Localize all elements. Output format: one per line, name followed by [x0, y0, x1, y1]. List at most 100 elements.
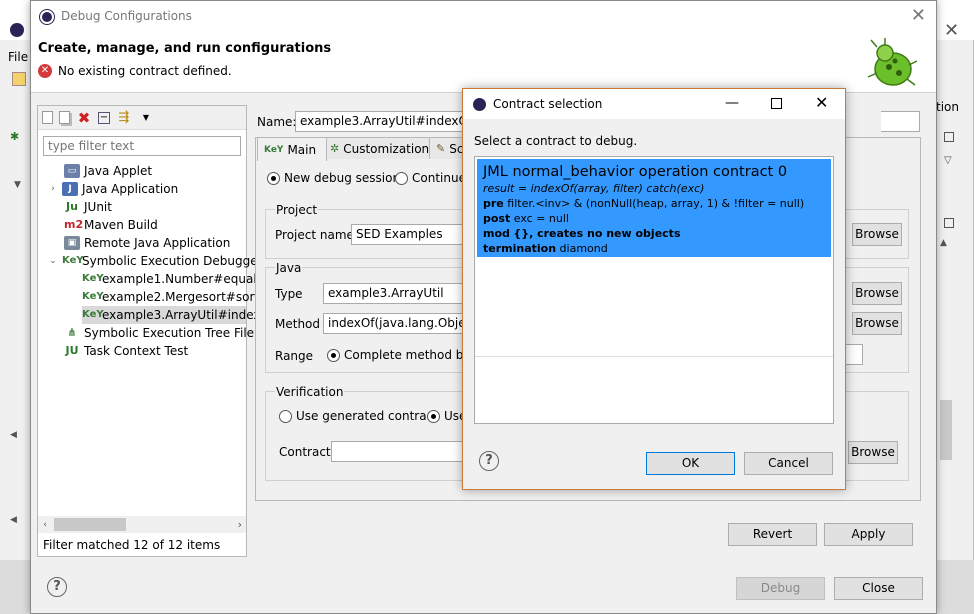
apply-button[interactable]: Apply [824, 523, 913, 546]
background-maximize-icon[interactable] [944, 132, 954, 142]
background-debug-icon[interactable]: ✱ [10, 130, 19, 143]
radio-selected[interactable] [427, 409, 440, 423]
tab-main[interactable]: KeY Main [257, 137, 328, 161]
contract-dialog-title: Contract selection [493, 97, 603, 111]
tree-item-symbolic-execution-debugger[interactable]: ⌄ KeY Symbolic Execution Debugge [48, 252, 257, 270]
background-scrollbar[interactable] [940, 400, 952, 460]
delete-icon[interactable]: ✖ [76, 110, 92, 126]
key-icon: KeY [82, 291, 104, 302]
tree-item-label: JUnit [84, 200, 112, 214]
tree-item-maven-build[interactable]: m2 Maven Build [64, 216, 158, 234]
launch-configuration-tree-panel: ✖ − ⇶ ▼ ▭ Java Applet › J Java Applicati… [37, 105, 270, 557]
radio-unselected[interactable] [395, 171, 408, 185]
filter-status-text: Filter matched 12 of 12 items [43, 538, 221, 552]
method-label: Method [275, 317, 321, 331]
contract-prompt: Select a contract to debug. [474, 134, 638, 148]
range-label: Range [275, 349, 314, 363]
complete-method-radio[interactable]: Complete method bod [327, 348, 478, 362]
tree-item-java-applet[interactable]: ▭ Java Applet [64, 162, 152, 180]
project-name-input[interactable]: SED Examples [351, 224, 463, 245]
contract-selection-dialog: Contract selection — ✕ Select a contract… [462, 88, 846, 490]
termination-text: diamond [559, 242, 608, 255]
type-input[interactable]: example3.ArrayUtil [323, 283, 463, 304]
minimize-icon[interactable]: — [725, 95, 739, 111]
expand-icon[interactable]: › [48, 180, 58, 198]
ok-button[interactable]: OK [646, 452, 735, 475]
tree-item-label: Task Context Test [84, 344, 189, 358]
project-browse-button[interactable]: Browse [852, 223, 902, 246]
background-toolbar-icon[interactable] [12, 72, 26, 86]
dialog-close-icon[interactable]: ✕ [911, 5, 926, 26]
filter-dropdown-icon[interactable]: ▼ [138, 110, 154, 126]
radio-selected[interactable] [267, 171, 280, 185]
contract-browse-button[interactable]: Browse [848, 441, 898, 464]
background-right-text: tion [936, 100, 959, 114]
contract-list-item-selected[interactable]: JML normal_behavior operation contract 0… [477, 159, 831, 257]
contract-dialog-close-icon[interactable]: ✕ [815, 93, 828, 112]
background-close-icon[interactable]: ✕ [944, 20, 959, 41]
debug-button[interactable]: Debug [736, 577, 825, 600]
help-icon[interactable]: ? [47, 577, 67, 597]
tree-item-remote-java[interactable]: ▣ Remote Java Application [64, 234, 230, 252]
java-application-icon: J [62, 182, 78, 196]
background-chevron-icon[interactable]: ▽ [944, 155, 952, 166]
contract-input[interactable] [331, 441, 463, 462]
method-browse-button[interactable]: Browse [852, 312, 902, 335]
radio-label: Continue [412, 171, 466, 185]
maximize-icon[interactable] [771, 98, 782, 109]
radio-label: Use generated contract [296, 409, 438, 423]
filter-icon[interactable]: ⇶ [116, 110, 132, 126]
scroll-left-icon[interactable]: ‹ [38, 520, 52, 530]
tree-item-example3[interactable]: KeY example3.ArrayUtil#indexO [82, 306, 270, 324]
tab-customization[interactable]: ✲ Customization [323, 137, 437, 159]
continue-radio[interactable]: Continue [395, 171, 466, 185]
background-menu-file[interactable]: File [8, 50, 28, 64]
scroll-right-icon[interactable]: › [238, 518, 242, 531]
maven-icon: m2 [64, 218, 84, 231]
method-input[interactable]: indexOf(java.lang.Object[ [323, 313, 463, 334]
tree-item-task-context-test[interactable]: JU Task Context Test [64, 342, 188, 360]
tab-label: Customization [343, 141, 430, 156]
background-chevron-down-icon[interactable]: ▼ [14, 180, 21, 190]
tree-item-example1[interactable]: KeY example1.Number#equals [82, 270, 263, 288]
dialog-title: Debug Configurations [61, 9, 192, 23]
termination-keyword: termination [483, 242, 557, 255]
scrollbar-thumb[interactable] [54, 518, 126, 531]
radio-unselected[interactable] [279, 409, 292, 423]
background-scroll-up-icon[interactable]: ▲ [940, 238, 947, 248]
new-configuration-icon[interactable] [42, 111, 53, 124]
tree-item-java-application[interactable]: › J Java Application [48, 180, 178, 198]
tree-item-label: example3.ArrayUtil#indexO [102, 308, 270, 322]
revert-button[interactable]: Revert [728, 523, 817, 546]
tree-horizontal-scrollbar[interactable]: ‹ › [38, 516, 246, 533]
revert-label: Revert [752, 527, 793, 541]
tree-item-junit[interactable]: Ju JUnit [64, 198, 112, 216]
use-generated-contract-radio[interactable]: Use generated contract [279, 409, 438, 423]
background-scroll-left-icon-2[interactable]: ◀ [10, 515, 17, 525]
tree-item-label: Maven Build [84, 218, 158, 232]
type-browse-button[interactable]: Browse [852, 282, 902, 305]
mod-keyword: mod [483, 227, 510, 240]
tree-item-example2[interactable]: KeY example2.Mergesort#sort( [82, 288, 264, 306]
collapse-icon[interactable]: ⌄ [48, 252, 58, 270]
debug-bug-icon [867, 38, 918, 86]
use-existing-contract-radio[interactable]: Use [427, 409, 466, 423]
key-icon: KeY [264, 144, 284, 155]
duplicate-icon[interactable] [59, 111, 70, 124]
collapse-all-icon[interactable]: − [98, 111, 110, 124]
java-applet-icon: ▭ [64, 164, 80, 178]
project-group-label: Project [275, 203, 319, 217]
configuration-name-input-tail[interactable] [881, 111, 920, 132]
name-label: Name: [257, 115, 297, 129]
background-scroll-left-icon[interactable]: ◀ [10, 430, 17, 440]
tree-item-label: example1.Number#equals [102, 272, 263, 286]
filter-input[interactable] [43, 136, 241, 156]
radio-selected[interactable] [327, 348, 340, 362]
cancel-button[interactable]: Cancel [744, 452, 833, 475]
tree-item-symbolic-execution-tree-file[interactable]: ⋔ Symbolic Execution Tree File [64, 324, 254, 342]
help-icon[interactable]: ? [479, 451, 499, 471]
background-maximize-icon-2[interactable] [944, 218, 954, 228]
close-button[interactable]: Close [834, 577, 923, 600]
dialog-titlebar: Debug Configurations ✕ [31, 1, 936, 33]
new-debug-session-radio[interactable]: New debug session [267, 171, 400, 185]
